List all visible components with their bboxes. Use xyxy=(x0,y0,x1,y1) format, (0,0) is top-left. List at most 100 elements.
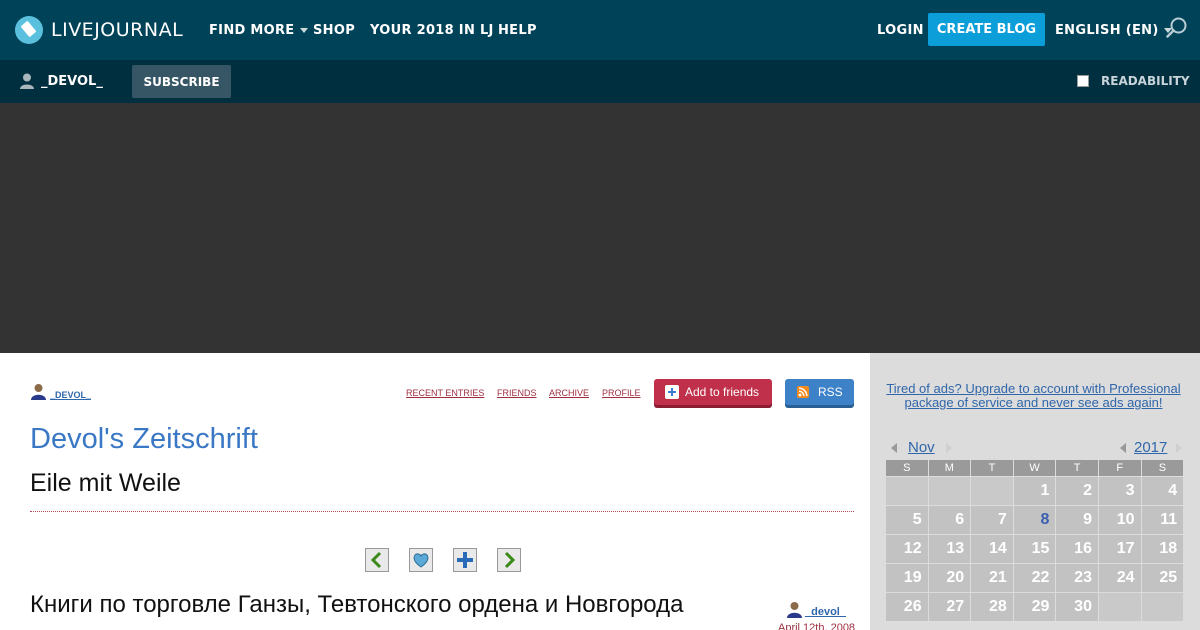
recent-entries-link[interactable]: RECENT ENTRIES xyxy=(406,388,484,398)
plus-icon xyxy=(665,385,679,399)
calendar-weekday-header: T xyxy=(971,460,1013,476)
heart-icon xyxy=(413,553,429,568)
calendar-weekday-header: M xyxy=(928,460,971,476)
calendar-day: 13 xyxy=(928,535,971,563)
calendar-day: 6 xyxy=(928,506,971,534)
search-icon[interactable] xyxy=(1166,17,1188,39)
calendar-day: 27 xyxy=(928,593,971,621)
calendar-weekday-header: F xyxy=(1098,460,1141,476)
chevron-down-icon xyxy=(299,27,308,33)
profile-link[interactable]: PROFILE xyxy=(602,388,641,398)
nav-your-year-label: YOUR 2018 IN LJ xyxy=(370,22,494,38)
calendar-day: 3 xyxy=(1098,477,1141,505)
language-label: ENGLISH (EN) xyxy=(1055,22,1159,38)
calendar-day: 22 xyxy=(1013,564,1056,592)
calendar-day: 28 xyxy=(971,593,1013,621)
calendar-day: 26 xyxy=(886,593,928,621)
nav-shop-label: SHOP xyxy=(313,22,356,38)
calendar-day: 20 xyxy=(928,564,971,592)
create-blog-button[interactable]: CREATE BLOG xyxy=(928,13,1045,46)
calendar-weekday-header: W xyxy=(1013,460,1056,476)
calendar-day: 12 xyxy=(886,535,928,563)
add-to-friends-label: Add to friends xyxy=(685,385,760,399)
journal-owner-link[interactable]: _DEVOL_ xyxy=(20,73,103,89)
archive-link[interactable]: ARCHIVE xyxy=(549,388,589,398)
calendar-day: 30 xyxy=(1056,593,1098,621)
next-month-icon[interactable] xyxy=(945,442,952,453)
nav-help[interactable]: HELP xyxy=(498,0,537,60)
calendar-day: 5 xyxy=(886,506,928,534)
calendar-grid: S M T W T F S 1 2 3 4 5 6 7 8 9 10 11 12 13 14 15 16 17 18 19 20 21… xyxy=(886,460,1184,621)
user-icon xyxy=(20,73,34,89)
rss-button[interactable]: RSS xyxy=(785,379,854,405)
nav-find-more[interactable]: FIND MORE xyxy=(209,0,308,60)
calendar-month-link[interactable]: Nov xyxy=(908,439,935,456)
journal-owner-name: _DEVOL_ xyxy=(41,73,103,89)
journal-subtitle: Eile mit Weile xyxy=(30,469,181,497)
calendar-day-link[interactable]: 8 xyxy=(1013,506,1056,534)
calendar-day: 24 xyxy=(1098,564,1141,592)
journal-user-link[interactable]: _devol_ xyxy=(50,390,91,400)
nav-help-label: HELP xyxy=(498,22,537,38)
journal-title[interactable]: Devol's Zeitschrift xyxy=(30,423,258,456)
entry-author-badge[interactable]: _devol_ xyxy=(786,601,846,618)
livejournal-logo[interactable]: LIVEJOURNAL xyxy=(15,14,183,46)
calendar-day: 11 xyxy=(1141,506,1184,534)
nav-shop[interactable]: SHOP xyxy=(313,0,355,60)
calendar-day: 29 xyxy=(1013,593,1056,621)
friends-link[interactable]: FRIENDS xyxy=(497,388,537,398)
calendar-day: 2 xyxy=(1056,477,1098,505)
previous-entry-button[interactable] xyxy=(365,548,389,572)
calendar-day: 17 xyxy=(1098,535,1141,563)
calendar-day: 18 xyxy=(1141,535,1184,563)
readability-toggle[interactable]: READABILITY xyxy=(1077,74,1190,88)
ad-banner-area xyxy=(0,103,1200,353)
calendar-year-nav: 2017 xyxy=(1120,439,1183,456)
header-divider xyxy=(30,511,854,512)
calendar-day: 23 xyxy=(1056,564,1098,592)
calendar-year-link[interactable]: 2017 xyxy=(1134,439,1167,456)
next-entry-button[interactable] xyxy=(497,548,521,572)
rss-icon xyxy=(797,386,809,398)
next-year-icon[interactable] xyxy=(1176,442,1183,453)
livejournal-logo-icon xyxy=(15,16,43,44)
calendar-month-nav: Nov xyxy=(891,439,952,456)
add-to-memories-button[interactable] xyxy=(409,548,433,572)
calendar-weekday-header: S xyxy=(886,460,928,476)
calendar-empty-cell xyxy=(1141,593,1184,621)
add-to-friends-button[interactable]: Add to friends xyxy=(654,379,772,405)
lj-user-icon xyxy=(31,384,46,400)
subscribe-button[interactable]: SUBSCRIBE xyxy=(132,65,231,98)
calendar-empty-cell xyxy=(886,477,928,505)
entry-author-link[interactable]: _devol_ xyxy=(805,606,846,618)
remove-ads-link[interactable]: Tired of ads? Upgrade to account with Pr… xyxy=(886,382,1181,410)
calendar-day: 10 xyxy=(1098,506,1141,534)
calendar-day: 19 xyxy=(886,564,928,592)
rss-label: RSS xyxy=(818,385,843,399)
calendar-empty-cell xyxy=(1098,593,1141,621)
nav-your-year[interactable]: YOUR 2018 IN LJ xyxy=(370,0,494,60)
login-link[interactable]: LOGIN xyxy=(877,0,924,60)
calendar-day: 16 xyxy=(1056,535,1098,563)
calendar-weekday-header: S xyxy=(1141,460,1184,476)
entry-date: April 12th, 2008 xyxy=(778,622,856,630)
previous-year-icon[interactable] xyxy=(1120,442,1126,453)
language-selector[interactable]: ENGLISH (EN) xyxy=(1055,0,1172,60)
previous-month-icon[interactable] xyxy=(891,442,897,453)
calendar-day: 9 xyxy=(1056,506,1098,534)
journal-user-badge[interactable]: _devol_ xyxy=(30,383,91,400)
calendar-day: 21 xyxy=(971,564,1013,592)
readability-checkbox[interactable] xyxy=(1077,75,1089,87)
calendar-day: 25 xyxy=(1141,564,1184,592)
sidebar: Tired of ads? Upgrade to account with Pr… xyxy=(870,353,1200,630)
nav-find-more-label: FIND MORE xyxy=(209,22,295,38)
logo-text: LIVEJOURNAL xyxy=(51,19,184,41)
plus-icon xyxy=(457,552,473,568)
entry-title: Книги по торговле Ганзы, Тевтонского орд… xyxy=(30,591,684,618)
tell-a-friend-button[interactable] xyxy=(453,548,477,572)
journal-subheader: _DEVOL_ SUBSCRIBE READABILITY xyxy=(0,60,1200,103)
journal-main-content: _devol_ RECENT ENTRIES FRIENDS ARCHIVE P… xyxy=(0,353,870,630)
arrow-right-icon xyxy=(504,551,516,569)
calendar-weekday-header: T xyxy=(1056,460,1098,476)
login-label: LOGIN xyxy=(877,22,924,38)
